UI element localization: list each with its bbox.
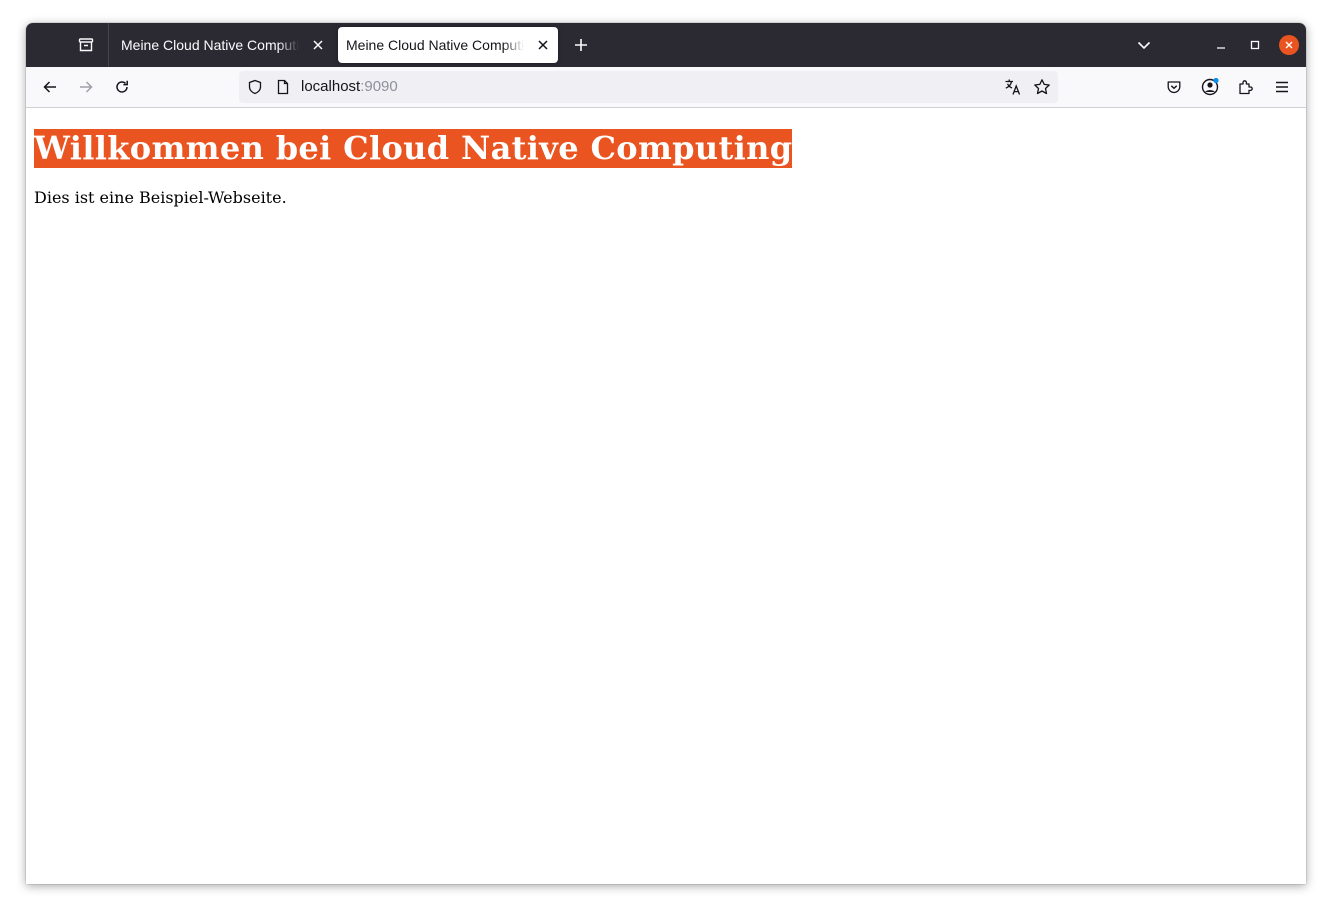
hamburger-menu-icon: [1276, 81, 1288, 93]
plus-icon: [575, 39, 587, 51]
page-heading: Willkommen bei Cloud Native Computing: [34, 129, 793, 168]
tab-manager-icon: [78, 38, 94, 52]
list-all-tabs-button[interactable]: [1132, 33, 1156, 57]
maximize-icon: [1250, 40, 1260, 50]
shield-icon: [248, 79, 262, 95]
extensions-button[interactable]: [1232, 73, 1260, 101]
app-menu-button[interactable]: [1268, 73, 1296, 101]
page-icon: [277, 79, 289, 95]
page-paragraph: Dies ist eine Beispiel-Webseite.: [34, 188, 287, 207]
close-icon: [538, 40, 548, 50]
tab-inactive[interactable]: Meine Cloud Native Computing: [113, 27, 333, 63]
arrow-left-icon: [43, 81, 56, 93]
tab-separator: [108, 23, 109, 67]
navigation-toolbar: localhost:9090: [26, 67, 1306, 108]
translate-icon: [1005, 79, 1021, 95]
minimize-icon: [1217, 47, 1225, 49]
tab-manager-button[interactable]: [72, 33, 100, 57]
tracking-protection-button[interactable]: [245, 77, 265, 97]
star-icon: [1034, 79, 1050, 95]
url-port: :9090: [360, 78, 398, 95]
url-bar[interactable]: localhost:9090: [239, 71, 1058, 103]
back-button[interactable]: [36, 73, 64, 101]
url-text[interactable]: localhost:9090: [301, 78, 398, 95]
window-close-button[interactable]: [1279, 35, 1299, 55]
site-info-button[interactable]: [273, 77, 293, 97]
tab-title: Meine Cloud Native Computing: [346, 37, 524, 53]
url-host: localhost: [301, 78, 361, 95]
account-button[interactable]: [1196, 73, 1224, 101]
close-icon: [1285, 41, 1293, 49]
browser-window: Meine Cloud Native Computing Meine Cloud…: [26, 23, 1306, 884]
bookmark-button[interactable]: [1032, 77, 1052, 97]
tab-close-button[interactable]: [534, 36, 552, 54]
account-icon: [1201, 77, 1219, 96]
forward-button[interactable]: [72, 73, 100, 101]
maximize-button[interactable]: [1245, 35, 1265, 55]
pocket-button[interactable]: [1160, 73, 1188, 101]
chevron-down-icon: [1137, 41, 1151, 50]
arrow-right-icon: [80, 81, 93, 93]
page-content: Willkommen bei Cloud Native Computing Di…: [26, 108, 1306, 884]
puzzle-icon: [1239, 80, 1253, 95]
tab-bar: Meine Cloud Native Computing Meine Cloud…: [26, 23, 1306, 67]
tab-title: Meine Cloud Native Computing: [121, 37, 299, 53]
tab-close-button[interactable]: [309, 36, 327, 54]
new-tab-button[interactable]: [569, 33, 593, 57]
close-icon: [313, 40, 323, 50]
pocket-icon: [1167, 81, 1181, 94]
reload-icon: [116, 80, 128, 93]
tab-active[interactable]: Meine Cloud Native Computing: [338, 27, 558, 63]
translate-button[interactable]: [1003, 77, 1023, 97]
minimize-button[interactable]: [1211, 35, 1231, 55]
reload-button[interactable]: [108, 73, 136, 101]
